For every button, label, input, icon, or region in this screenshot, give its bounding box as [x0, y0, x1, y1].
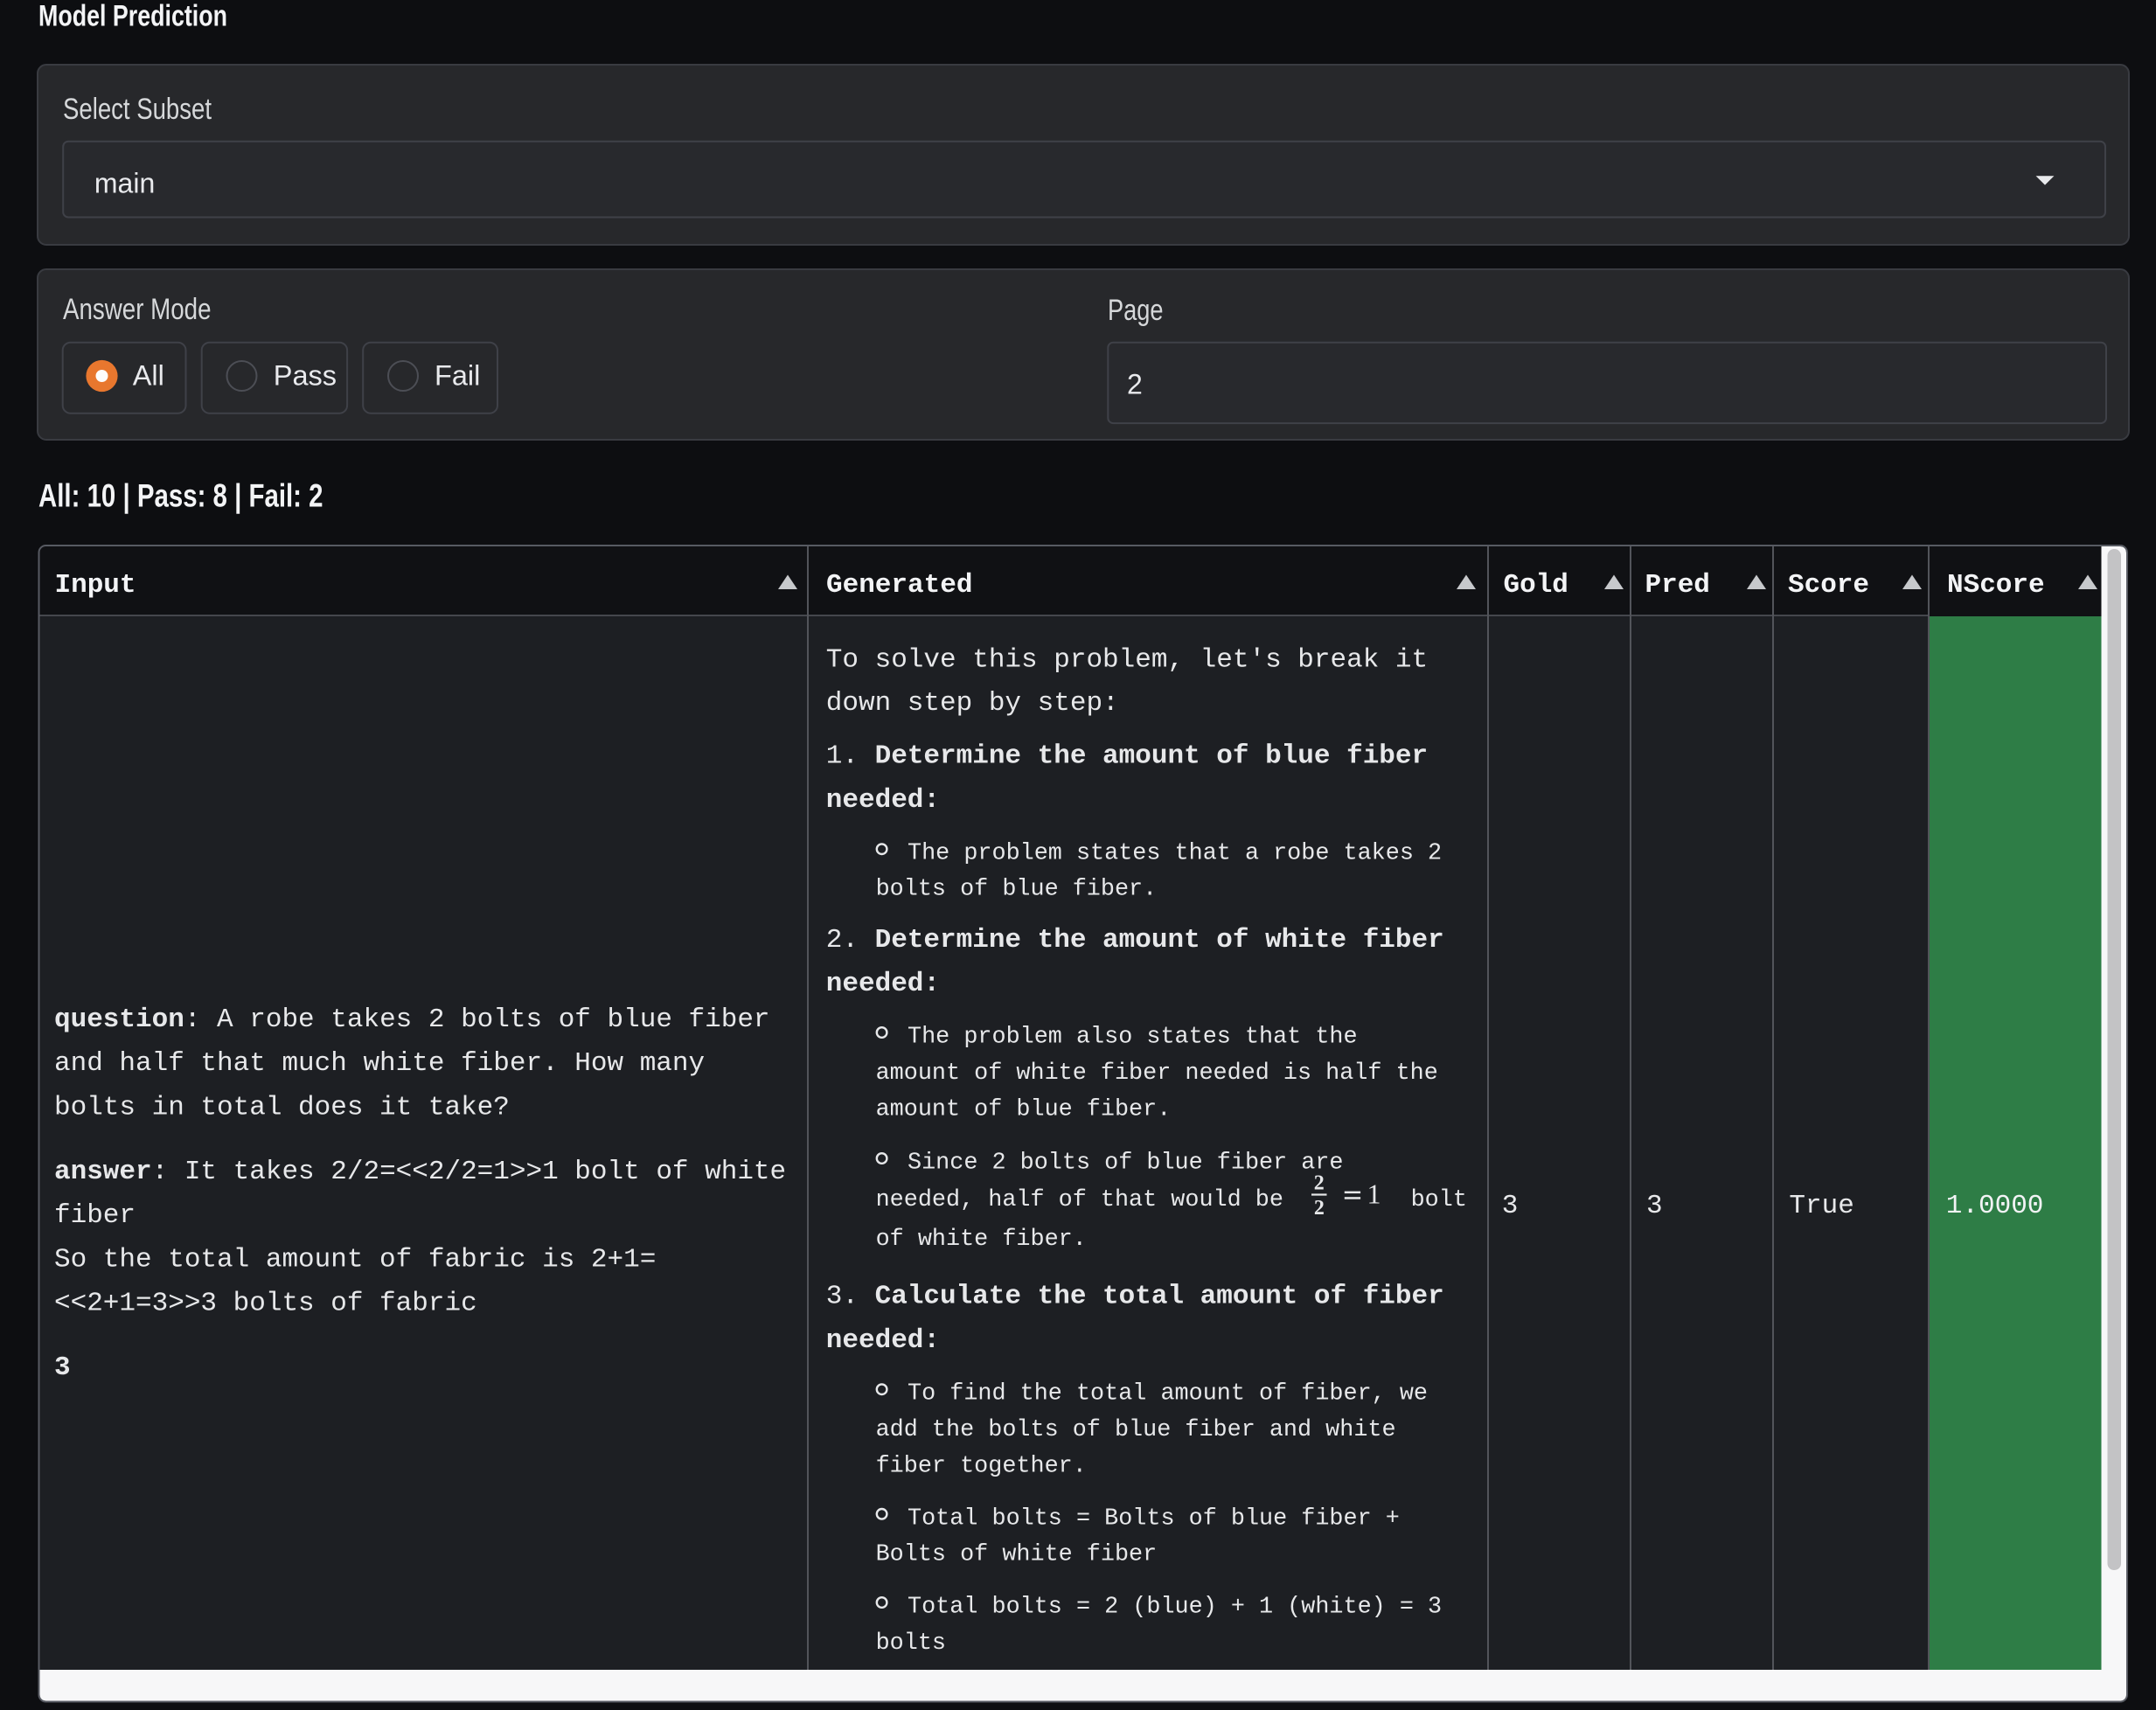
svg-text:bolts in total does it take?: bolts in total does it take?	[54, 1092, 510, 1123]
svg-text:main: main	[94, 168, 155, 199]
svg-text:amount of white fiber needed i: amount of white fiber needed is half the	[876, 1060, 1438, 1087]
svg-text:Bolts of white fiber: Bolts of white fiber	[876, 1542, 1158, 1568]
svg-text:So the total amount of fabric: So the total amount of fabric is 2+1=	[54, 1244, 656, 1275]
svg-text:bolt: bolt	[1411, 1187, 1467, 1213]
svg-text:The problem also states that t: The problem also states that the	[908, 1025, 1358, 1051]
svg-text:Fail: Fail	[435, 360, 480, 392]
svg-text:The problem states that a robe: The problem states that a robe takes 2	[908, 841, 1442, 867]
svg-text:1. Determine the amount of blu: 1. Determine the amount of blue fiber	[826, 741, 1428, 772]
svg-text:needed:: needed:	[826, 1325, 940, 1356]
svg-text:All: 10 | Pass: 8 | Fail: 2: All: 10 | Pass: 8 | Fail: 2	[38, 477, 323, 514]
svg-text:3: 3	[1502, 1191, 1519, 1221]
svg-text:3: 3	[1646, 1191, 1663, 1221]
svg-text:and half that much white fiber: and half that much white fiber. How many	[54, 1048, 705, 1079]
svg-text:Answer Mode: Answer Mode	[63, 293, 212, 326]
svg-text:bolts: bolts	[876, 1630, 946, 1657]
svg-text:Generated: Generated	[826, 570, 972, 601]
svg-text:fiber together.: fiber together.	[876, 1454, 1087, 1480]
svg-text:2: 2	[1127, 369, 1143, 400]
svg-text:Pred: Pred	[1645, 570, 1710, 601]
svg-text:To find the total amount of fi: To find the total amount of fiber, we	[908, 1381, 1428, 1408]
svg-text:NScore: NScore	[1947, 570, 2045, 601]
svg-text:Since 2 bolts of blue fiber ar: Since 2 bolts of blue fiber are	[908, 1150, 1344, 1177]
svg-text:needed:: needed:	[826, 785, 940, 816]
svg-text:Model Prediction: Model Prediction	[38, 0, 227, 33]
svg-text:amount of blue fiber.: amount of blue fiber.	[876, 1096, 1172, 1123]
svg-text:2. Determine the amount of whi: 2. Determine the amount of white fiber	[826, 925, 1444, 956]
svg-text:<<2+1=3>>3 bolts of fabric: <<2+1=3>>3 bolts of fabric	[54, 1289, 477, 1319]
svg-text:3: 3	[54, 1352, 71, 1383]
svg-text:2: 2	[1314, 1197, 1325, 1220]
svg-text:needed, half of that would be: needed, half of that would be	[876, 1187, 1283, 1213]
svg-text:question: A robe takes 2 bolts: question: A robe takes 2 bolts of blue f…	[54, 1004, 770, 1035]
svg-text:2: 2	[1314, 1172, 1325, 1195]
svg-text:Page: Page	[1108, 294, 1164, 327]
svg-text:Score: Score	[1788, 570, 1869, 601]
svg-text:bolts of blue fiber.: bolts of blue fiber.	[876, 876, 1158, 902]
svg-text:Input: Input	[55, 570, 136, 601]
svg-text:fiber: fiber	[54, 1200, 136, 1231]
svg-text:Pass: Pass	[274, 360, 337, 392]
svg-text:Gold: Gold	[1504, 570, 1568, 601]
svg-text:needed:: needed:	[826, 969, 940, 999]
svg-text:1: 1	[1367, 1178, 1381, 1210]
svg-text:3. Calculate the total amount: 3. Calculate the total amount of fiber	[826, 1282, 1444, 1312]
svg-text:Select Subset: Select Subset	[63, 93, 212, 126]
svg-text:1.0000: 1.0000	[1946, 1191, 2044, 1221]
svg-text:answer: It takes 2/2=<<2/2=1>>: answer: It takes 2/2=<<2/2=1>>1 bolt of …	[54, 1157, 786, 1187]
svg-text:All: All	[133, 360, 164, 392]
svg-text:To solve this problem, let's b: To solve this problem, let's break it	[826, 645, 1428, 676]
svg-text:add the bolts of blue fiber an: add the bolts of blue fiber and white	[876, 1417, 1396, 1443]
svg-text:Total bolts = Bolts of blue fi: Total bolts = Bolts of blue fiber +	[908, 1505, 1400, 1532]
svg-text:down step by step:: down step by step:	[826, 688, 1119, 719]
svg-text:True: True	[1789, 1191, 1853, 1221]
svg-text:Total bolts = 2 (blue) + 1 (wh: Total bolts = 2 (blue) + 1 (white) = 3	[908, 1595, 1442, 1621]
svg-text:of white fiber.: of white fiber.	[876, 1227, 1087, 1253]
